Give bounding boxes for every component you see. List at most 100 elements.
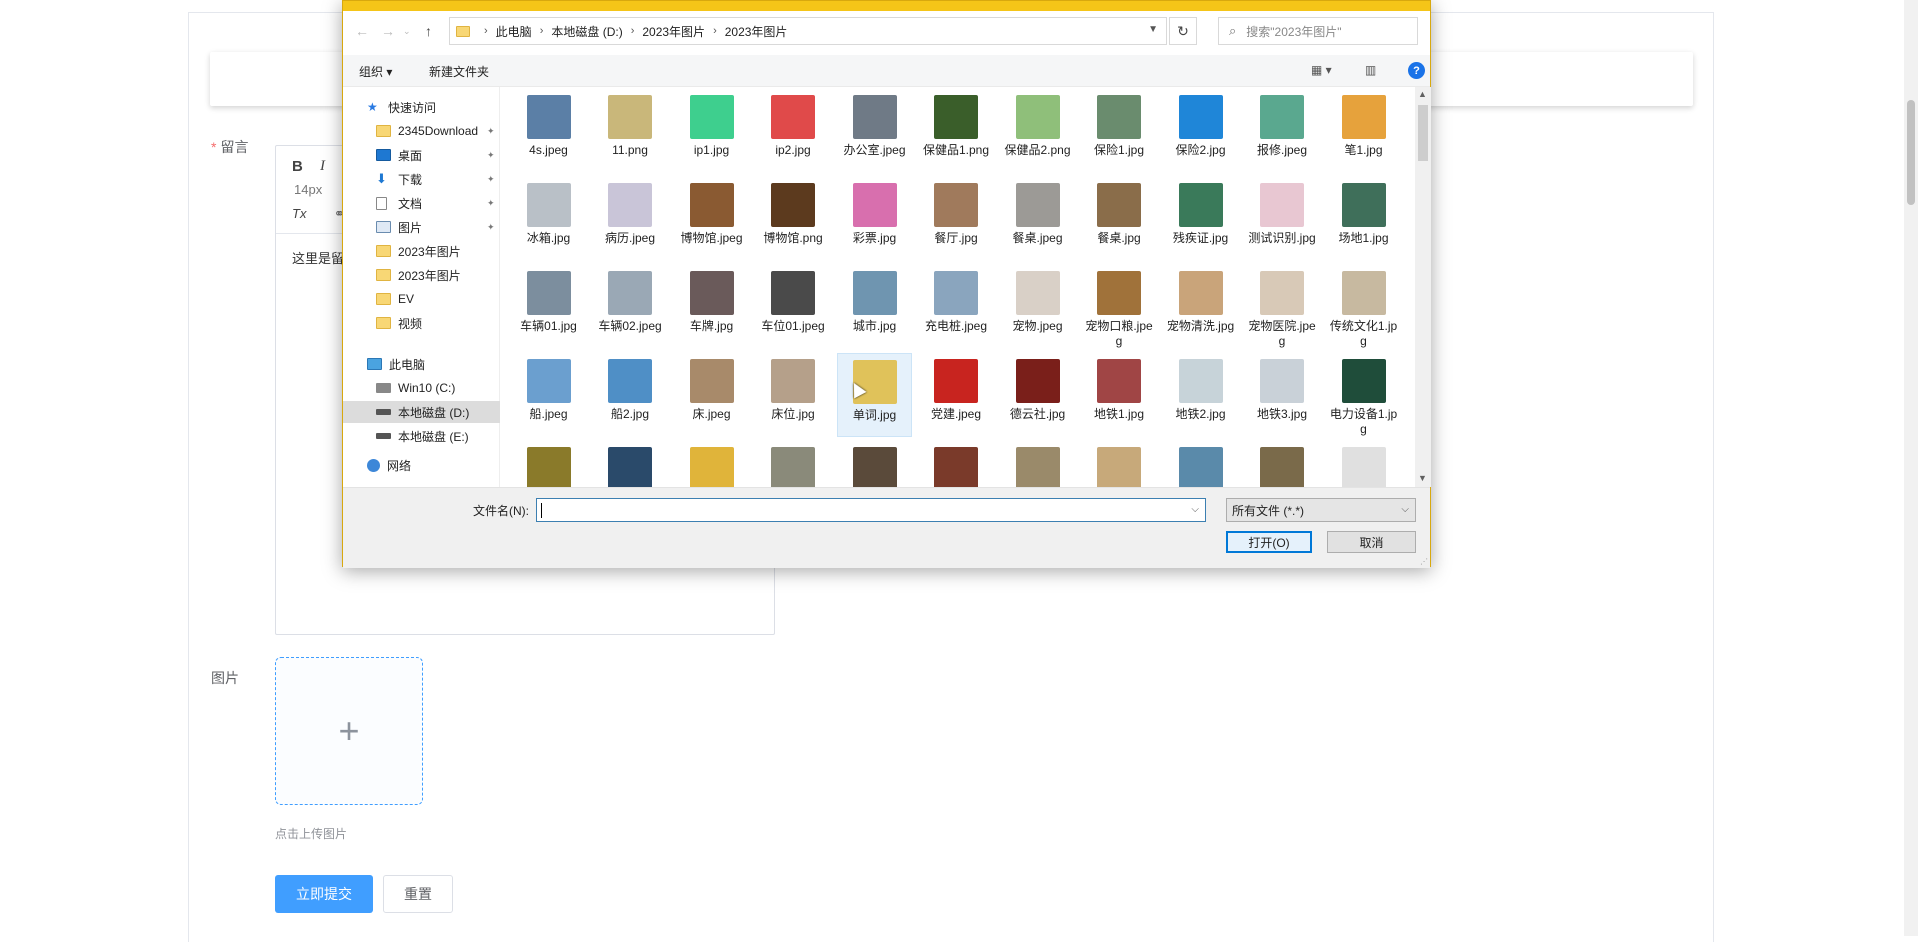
file-item[interactable]: 船.jpeg: [511, 353, 586, 437]
breadcrumb-item[interactable]: 此电脑: [496, 23, 532, 40]
reset-button[interactable]: 重置: [383, 875, 453, 913]
filename-input[interactable]: ⌵: [536, 498, 1206, 522]
page-scrollbar-thumb[interactable]: [1907, 100, 1915, 205]
up-arrow-icon[interactable]: ↑: [425, 23, 432, 39]
file-item[interactable]: 车辆01.jpg: [511, 265, 586, 349]
nav-item[interactable]: ⬇ 下载 ✦: [343, 168, 500, 190]
file-item[interactable]: [756, 441, 831, 487]
file-item[interactable]: 保健品2.png: [1000, 89, 1075, 173]
nav-network[interactable]: 网络: [343, 454, 500, 476]
search-input[interactable]: ⌕ 搜索"2023年图片": [1218, 17, 1418, 45]
file-item[interactable]: 博物馆.png: [756, 177, 831, 261]
file-item[interactable]: [919, 441, 994, 487]
font-size-select[interactable]: 14px: [294, 182, 322, 197]
file-item[interactable]: 车牌.jpg: [674, 265, 749, 349]
file-item[interactable]: 地铁2.jpg: [1163, 353, 1238, 437]
file-item[interactable]: [1000, 441, 1075, 487]
file-item[interactable]: 宠物.jpeg: [1000, 265, 1075, 349]
file-item[interactable]: ip2.jpg: [756, 89, 831, 173]
scroll-up-icon[interactable]: ▲: [1418, 89, 1427, 99]
nav-item[interactable]: Win10 (C:): [343, 377, 500, 399]
file-item[interactable]: 冰箱.jpg: [511, 177, 586, 261]
nav-item[interactable]: 图片 ✦: [343, 216, 500, 238]
help-icon[interactable]: ?: [1408, 62, 1425, 79]
preview-pane-icon[interactable]: ▥: [1365, 63, 1376, 77]
chevron-right-icon[interactable]: ›: [484, 25, 488, 37]
file-item[interactable]: 病历.jpeg: [593, 177, 668, 261]
file-item[interactable]: 测试识别.jpg: [1245, 177, 1320, 261]
file-item[interactable]: 保险2.jpg: [1163, 89, 1238, 173]
file-item[interactable]: 宠物口粮.jpeg: [1082, 265, 1157, 349]
resize-grip-icon[interactable]: ⋰: [1420, 557, 1428, 566]
file-item[interactable]: [593, 441, 668, 487]
new-folder-button[interactable]: 新建文件夹: [429, 63, 489, 80]
file-item[interactable]: 地铁1.jpg: [1082, 353, 1157, 437]
refresh-button[interactable]: ↻: [1169, 17, 1197, 45]
file-item[interactable]: 场地1.jpg: [1326, 177, 1401, 261]
file-item[interactable]: ip1.jpg: [674, 89, 749, 173]
nav-quick-access[interactable]: ★ 快速访问: [343, 96, 500, 118]
file-item[interactable]: 宠物医院.jpeg: [1245, 265, 1320, 349]
cancel-button[interactable]: 取消: [1327, 531, 1416, 553]
nav-item[interactable]: 视频: [343, 312, 500, 334]
file-item[interactable]: 床位.jpg: [756, 353, 831, 437]
file-item[interactable]: [511, 441, 586, 487]
scroll-down-icon[interactable]: ▼: [1418, 473, 1427, 483]
file-item[interactable]: [1245, 441, 1320, 487]
file-item[interactable]: 充电桩.jpeg: [919, 265, 994, 349]
file-item[interactable]: 博物馆.jpeg: [674, 177, 749, 261]
file-item[interactable]: [1326, 441, 1401, 487]
chevron-right-icon[interactable]: ›: [713, 25, 717, 37]
file-item[interactable]: 报修.jpeg: [1245, 89, 1320, 173]
image-upload-box[interactable]: +: [275, 657, 423, 805]
forward-arrow-icon[interactable]: →: [381, 23, 395, 39]
file-item[interactable]: 党建.jpeg: [919, 353, 994, 437]
file-item[interactable]: 电力设备1.jpg: [1326, 353, 1401, 437]
file-item[interactable]: 船2.jpg: [593, 353, 668, 437]
back-arrow-icon[interactable]: ←: [355, 23, 369, 39]
view-options-icon[interactable]: ▦ ▾: [1311, 63, 1332, 77]
file-type-select[interactable]: 所有文件 (*.*) ⌵: [1226, 498, 1416, 522]
recent-locations-icon[interactable]: ⌄: [403, 26, 411, 37]
breadcrumb-item[interactable]: 2023年图片: [725, 23, 788, 40]
file-item[interactable]: 保险1.jpg: [1082, 89, 1157, 173]
nav-item[interactable]: 2023年图片: [343, 240, 500, 262]
file-item[interactable]: 餐厅.jpg: [919, 177, 994, 261]
clear-format-button[interactable]: Tx: [292, 206, 306, 221]
file-item[interactable]: 彩票.jpg: [837, 177, 912, 261]
file-item[interactable]: 餐桌.jpg: [1082, 177, 1157, 261]
file-item[interactable]: [1082, 441, 1157, 487]
file-item[interactable]: 传统文化1.jpg: [1326, 265, 1401, 349]
file-item[interactable]: 餐桌.jpeg: [1000, 177, 1075, 261]
file-item[interactable]: 地铁3.jpg: [1245, 353, 1320, 437]
nav-item[interactable]: 2023年图片: [343, 264, 500, 286]
submit-button[interactable]: 立即提交: [275, 875, 373, 913]
nav-item[interactable]: 本地磁盘 (D:): [343, 401, 500, 423]
file-item[interactable]: 保健品1.png: [919, 89, 994, 173]
breadcrumb-item[interactable]: 本地磁盘 (D:): [551, 23, 622, 40]
address-bar[interactable]: › 此电脑 › 本地磁盘 (D:) › 2023年图片 › 2023年图片 ▼: [449, 17, 1167, 45]
nav-item[interactable]: 文档 ✦: [343, 192, 500, 214]
file-item[interactable]: 床.jpeg: [674, 353, 749, 437]
chevron-down-icon[interactable]: ▼: [1148, 24, 1158, 35]
file-item[interactable]: [1163, 441, 1238, 487]
italic-button[interactable]: I: [320, 158, 325, 175]
file-item[interactable]: 办公室.jpeg: [837, 89, 912, 173]
file-item[interactable]: [674, 441, 749, 487]
file-item[interactable]: 笔1.jpg: [1326, 89, 1401, 173]
file-item[interactable]: 宠物清洗.jpg: [1163, 265, 1238, 349]
file-item[interactable]: 残疾证.jpg: [1163, 177, 1238, 261]
dialog-titlebar[interactable]: [343, 1, 1430, 11]
file-item[interactable]: 4s.jpeg: [511, 89, 586, 173]
chevron-right-icon[interactable]: ›: [631, 25, 635, 37]
nav-item[interactable]: 2345Download ✦: [343, 120, 500, 142]
bold-button[interactable]: B: [292, 158, 303, 175]
organize-button[interactable]: 组织 ▾: [359, 63, 392, 80]
nav-item[interactable]: EV: [343, 288, 500, 310]
file-item[interactable]: 单词.jpg: [837, 353, 912, 437]
breadcrumb-item[interactable]: 2023年图片: [642, 23, 705, 40]
open-button[interactable]: 打开(O): [1226, 531, 1312, 553]
nav-this-pc[interactable]: 此电脑: [343, 353, 500, 375]
file-item[interactable]: 车位01.jpeg: [756, 265, 831, 349]
file-item[interactable]: [837, 441, 912, 487]
